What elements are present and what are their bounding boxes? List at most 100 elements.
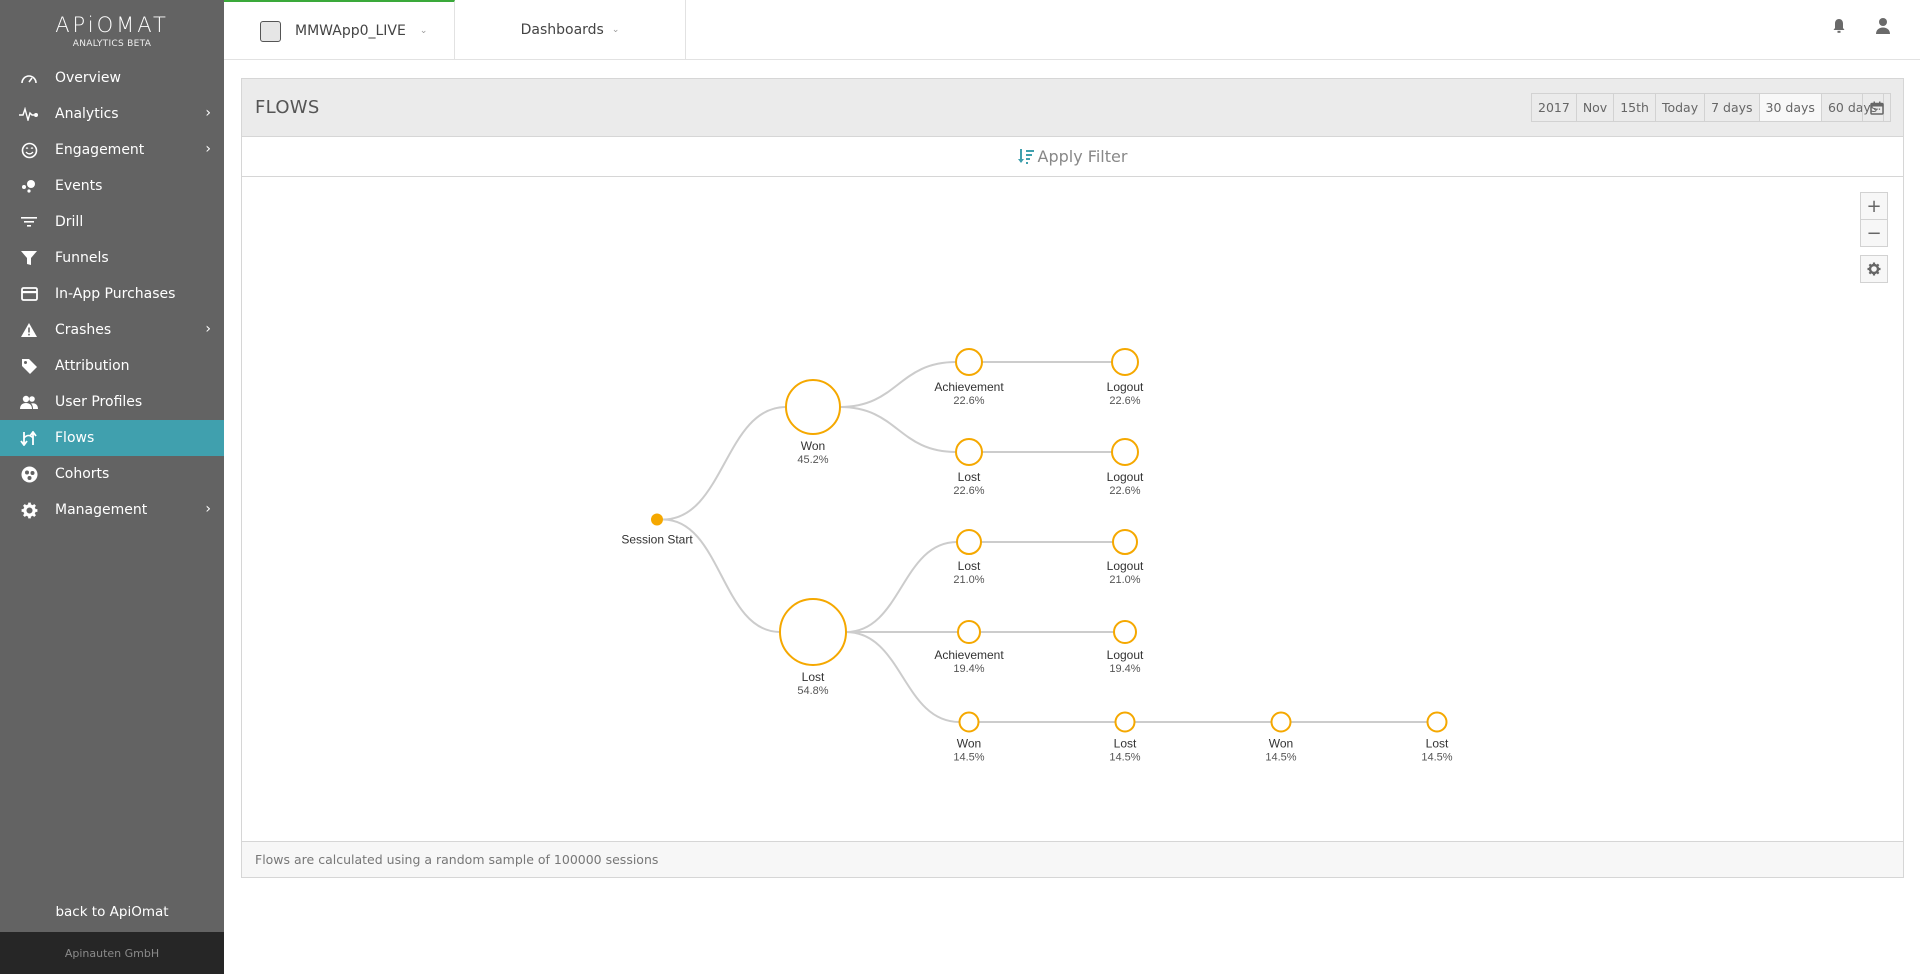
flow-node[interactable] [785,379,841,435]
user-icon[interactable] [1875,17,1891,39]
flow-node-label: Lost [958,559,981,573]
flow-node[interactable] [779,598,847,666]
sidebar-item-label: Cohorts [55,466,110,482]
flow-node-label: Lost [1114,737,1137,751]
chevron-right-icon: › [205,501,211,517]
flow-root-node[interactable] [651,513,663,526]
plus-icon: + [1866,195,1882,217]
flow-node-percentage: 22.6% [1109,485,1140,497]
sidebar-item-user-profiles[interactable]: User Profiles [0,384,224,420]
flow-node-label: Lost [802,670,825,684]
dashboards-dropdown[interactable]: Dashboards ⌄ [455,0,686,60]
flow-node-percentage: 14.5% [1109,752,1140,764]
sidebar-item-label: Analytics [55,106,119,122]
flow-node[interactable] [955,438,983,466]
flow-node[interactable] [957,620,981,644]
calendar-button[interactable] [1862,93,1891,122]
flow-node-label: Lost [958,470,981,484]
flow-canvas[interactable]: Session Start Won 45.2% Lost 54.8% Achievemen… [242,177,1903,842]
chevron-right-icon: › [205,141,211,157]
flow-node-label: Session Start [621,533,693,547]
flow-node-percentage: 21.0% [953,574,984,586]
date-button-15th[interactable]: 15th [1614,94,1656,121]
flow-node-percentage: 19.4% [953,663,984,675]
bell-icon[interactable] [1832,18,1846,38]
app-selector-dropdown[interactable]: MMWApp0_LIVE ⌄ [224,0,455,60]
flows-panel: FLOWS 2017 Nov 15th Today 7 days 30 days 60 da… [241,78,1904,878]
flow-link [845,631,960,723]
flow-node[interactable] [1113,620,1137,644]
flow-node[interactable] [958,711,980,733]
zoom-in-button[interactable]: + [1860,192,1888,220]
flow-node-label: Lost [1426,737,1449,751]
funnel-icon [19,250,39,266]
flow-node-percentage: 22.6% [953,485,984,497]
pulse-icon [19,107,39,121]
flow-node[interactable] [1114,711,1136,733]
flow-node-percentage: 14.5% [953,752,984,764]
flow-node-percentage: 54.8% [797,685,828,697]
sort-filter-icon [1017,148,1034,164]
date-button-7-days[interactable]: 7 days [1705,94,1760,121]
chevron-right-icon: › [205,105,211,121]
flow-node[interactable] [1111,438,1139,466]
sidebar-item-events[interactable]: Events [0,168,224,204]
smiley-icon [19,142,39,159]
date-button-nov[interactable]: Nov [1576,94,1615,121]
flow-link [662,406,787,521]
flow-node-percentage: 22.6% [953,395,984,407]
sidebar-item-management[interactable]: Management › [0,492,224,528]
minus-icon: − [1866,222,1882,244]
sidebar-item-label: Flows [55,430,95,446]
users-icon [19,395,39,410]
flow-link [839,406,957,453]
flow-node-percentage: 14.5% [1421,752,1452,764]
settings-button[interactable] [1860,255,1888,283]
flow-node[interactable] [1111,348,1139,376]
date-button-2017[interactable]: 2017 [1532,94,1577,121]
flow-node[interactable] [1112,529,1138,555]
zoom-out-button[interactable]: − [1860,219,1888,247]
sidebar-item-in-app-purchases[interactable]: In-App Purchases [0,276,224,312]
date-button-30-days[interactable]: 30 days [1759,94,1822,121]
sidebar-item-drill[interactable]: Drill [0,204,224,240]
flows-icon [19,430,39,446]
app-name: MMWApp0_LIVE [295,23,406,39]
flow-node-label: Won [801,439,825,453]
gear-icon [19,502,39,519]
brand-subtitle: ANALYTICS BETA [72,39,152,49]
flow-node[interactable] [956,529,982,555]
sidebar-item-crashes[interactable]: Crashes › [0,312,224,348]
tag-icon [19,358,39,374]
flow-node-percentage: 45.2% [797,454,828,466]
sidebar-item-flows[interactable]: Flows [0,420,224,456]
flow-node-percentage: 19.4% [1109,663,1140,675]
sidebar-item-overview[interactable]: Overview [0,60,224,96]
sample-note: Flows are calculated using a random samp… [242,841,1903,877]
sidebar-item-attribution[interactable]: Attribution [0,348,224,384]
sidebar-item-engagement[interactable]: Engagement › [0,132,224,168]
warning-icon [19,323,39,337]
flow-node[interactable] [955,348,983,376]
sidebar-item-funnels[interactable]: Funnels [0,240,224,276]
chevron-right-icon: › [205,321,211,337]
date-button-today[interactable]: Today [1655,94,1706,121]
flow-node[interactable] [1270,711,1292,733]
flow-node[interactable] [1426,711,1448,733]
sidebar-item-label: Attribution [55,358,130,374]
sidebar-item-label: Events [55,178,103,194]
company-footer: Apinauten GmbH [0,932,224,974]
sidebar-item-analytics[interactable]: Analytics › [0,96,224,132]
flow-link [845,541,958,633]
flow-node-label: Achievement [934,380,1004,394]
dashboards-label: Dashboards [520,22,604,38]
apply-filter-button[interactable]: Apply Filter [242,137,1903,177]
brand-logo[interactable]: APiOMAT ANALYTICS BETA [0,0,224,60]
sidebar-item-label: Funnels [55,250,109,266]
sidebar-item-cohorts[interactable]: Cohorts [0,456,224,492]
back-to-apiomat-link[interactable]: back to ApiOmat [0,904,224,920]
flow-node-percentage: 14.5% [1265,752,1296,764]
flow-diagram: Session StartWon45.2%Lost54.8%Achievemen… [621,348,1453,764]
panel-header: FLOWS 2017 Nov 15th Today 7 days 30 days 60 da… [242,79,1903,137]
calendar-icon [1869,101,1884,115]
